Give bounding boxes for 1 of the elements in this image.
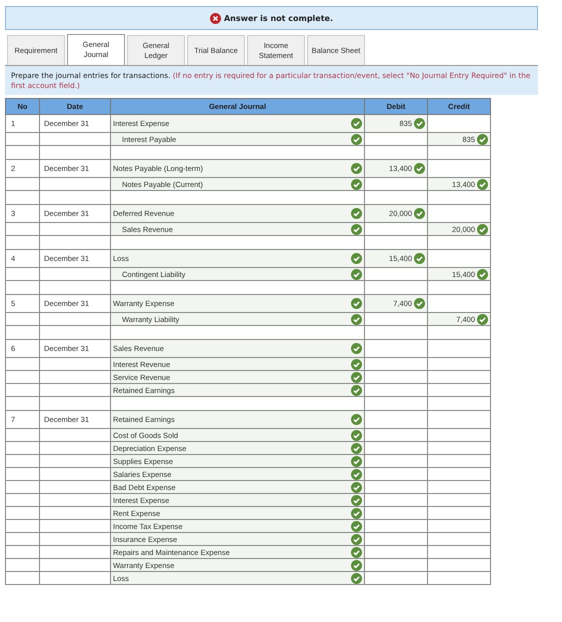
status-text: Answer is not complete. [224,14,334,22]
